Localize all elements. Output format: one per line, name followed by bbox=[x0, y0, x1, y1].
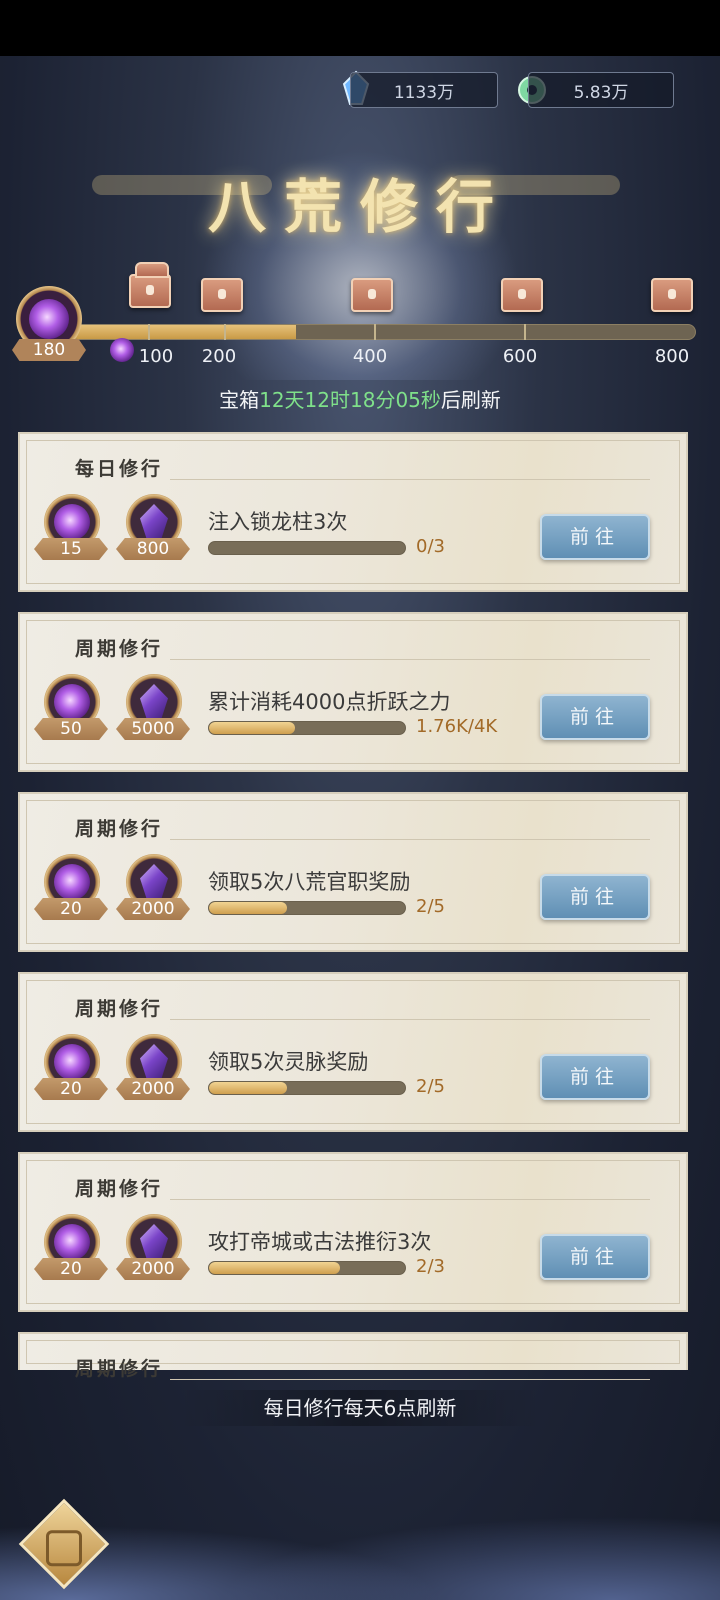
reward-orb-amount: 50 bbox=[34, 718, 108, 740]
task-progress-bar bbox=[208, 1081, 406, 1095]
task-category: 周期修行 bbox=[75, 638, 164, 660]
page-title: 八荒修行 bbox=[207, 173, 512, 241]
go-button[interactable]: 前往 bbox=[540, 1054, 650, 1100]
currency-crystal-value: 1133万 bbox=[393, 82, 455, 103]
reward-orb-amount: 20 bbox=[34, 1078, 108, 1100]
chest-icon[interactable] bbox=[651, 278, 693, 312]
chest-icon[interactable] bbox=[351, 278, 393, 312]
milestone-label: 100 bbox=[138, 346, 174, 367]
task-progress-fill bbox=[209, 1262, 340, 1274]
milestone-label: 800 bbox=[654, 346, 690, 367]
card-divider bbox=[170, 659, 650, 660]
current-points-value: 180 bbox=[12, 339, 86, 361]
task-category: 每日修行 bbox=[75, 458, 164, 480]
chest-icon[interactable] bbox=[501, 278, 543, 312]
reward-crystal-amount: 2000 bbox=[116, 898, 190, 920]
opened-chest-icon[interactable] bbox=[129, 262, 171, 308]
milestone-tick bbox=[374, 324, 376, 340]
refresh-prefix: 宝箱 bbox=[219, 388, 260, 412]
task-category: 周期修行 bbox=[75, 1178, 164, 1200]
task-progress-bar bbox=[208, 901, 406, 915]
go-button[interactable]: 前往 bbox=[540, 694, 650, 740]
milestone-label: 600 bbox=[502, 346, 538, 367]
reward-crystal-amount: 800 bbox=[116, 538, 190, 560]
purple-crystal-icon bbox=[140, 684, 168, 720]
card-divider bbox=[170, 1379, 650, 1380]
milestone-progress-fill bbox=[71, 325, 296, 339]
milestone-label: 200 bbox=[201, 346, 237, 367]
refresh-countdown: 12天12时18分05秒 bbox=[259, 388, 441, 412]
purple-orb-icon bbox=[54, 504, 90, 540]
purple-orb-icon bbox=[54, 1044, 90, 1080]
reward-orb-amount: 15 bbox=[34, 538, 108, 560]
task-progress-text: 2/5 bbox=[416, 896, 445, 917]
task-progress-fill bbox=[209, 1082, 288, 1094]
task-card: 每日修行 15 800 注入锁龙柱3次 0/3 前往 bbox=[18, 432, 688, 592]
milestone-progress-bar bbox=[70, 324, 696, 340]
task-progress-bar bbox=[208, 541, 406, 555]
task-progress-text: 2/5 bbox=[416, 1076, 445, 1097]
task-progress-bar bbox=[208, 721, 406, 735]
task-card: 周期修行 20 2000 领取5次灵脉奖励 2/5 前往 bbox=[18, 972, 688, 1132]
milestone-tick bbox=[148, 324, 150, 340]
purple-crystal-icon bbox=[140, 1224, 168, 1260]
purple-orb-icon bbox=[54, 1224, 90, 1260]
go-button[interactable]: 前往 bbox=[540, 874, 650, 920]
purple-crystal-icon bbox=[140, 864, 168, 900]
task-category: 周期修行 bbox=[75, 998, 164, 1020]
purple-crystal-icon bbox=[140, 504, 168, 540]
task-progress-text: 0/3 bbox=[416, 536, 445, 557]
milestone-label: 400 bbox=[352, 346, 388, 367]
chest-refresh-timer: 宝箱12天12时18分05秒后刷新 bbox=[0, 384, 720, 413]
purple-orb-small-icon bbox=[110, 338, 134, 362]
chest-icon[interactable] bbox=[201, 278, 243, 312]
card-divider bbox=[170, 1199, 650, 1200]
currency-jade-display[interactable]: 5.83万 bbox=[528, 72, 674, 108]
task-card: 周期修行 50 5000 累计消耗4000点折跃之力 1.76K/4K 前往 bbox=[18, 612, 688, 772]
task-category: 周期修行 bbox=[75, 818, 164, 840]
task-description: 攻打帝城或古法推衍3次 bbox=[208, 1230, 432, 1254]
milestone-tick bbox=[224, 324, 226, 340]
reward-crystal-amount: 2000 bbox=[116, 1078, 190, 1100]
task-progress-text: 2/3 bbox=[416, 1256, 445, 1277]
footer-note: 每日修行每天6点刷新 bbox=[180, 1390, 540, 1426]
reward-orb-amount: 20 bbox=[34, 898, 108, 920]
card-divider bbox=[170, 839, 650, 840]
card-divider bbox=[170, 479, 650, 480]
reward-orb-amount: 20 bbox=[34, 1258, 108, 1280]
task-category: 周期修行 bbox=[75, 1358, 164, 1380]
reward-crystal-amount: 5000 bbox=[116, 718, 190, 740]
task-card: 周期修行 20 2000 领取5次八荒官职奖励 2/5 前往 bbox=[18, 792, 688, 952]
purple-orb-icon bbox=[54, 864, 90, 900]
reward-crystal-amount: 2000 bbox=[116, 1258, 190, 1280]
task-description: 注入锁龙柱3次 bbox=[208, 510, 348, 534]
task-progress-fill bbox=[209, 722, 296, 734]
task-progress-text: 1.76K/4K bbox=[416, 716, 498, 737]
card-divider bbox=[170, 1019, 650, 1020]
purple-orb-icon bbox=[29, 299, 69, 339]
purple-orb-icon bbox=[54, 684, 90, 720]
go-button[interactable]: 前往 bbox=[540, 514, 650, 560]
milestone-tick bbox=[524, 324, 526, 340]
task-progress-fill bbox=[209, 902, 288, 914]
task-description: 累计消耗4000点折跃之力 bbox=[208, 690, 451, 714]
task-description: 领取5次灵脉奖励 bbox=[208, 1050, 369, 1074]
task-progress-bar bbox=[208, 1261, 406, 1275]
task-card: 周期修行 bbox=[18, 1332, 688, 1380]
refresh-suffix: 后刷新 bbox=[440, 388, 501, 412]
bottom-clouds bbox=[0, 1470, 720, 1600]
task-description: 领取5次八荒官职奖励 bbox=[208, 870, 411, 894]
status-bar bbox=[0, 0, 720, 56]
currency-crystal-display[interactable]: 1133万 bbox=[350, 72, 498, 108]
currency-jade-value: 5.83万 bbox=[573, 82, 629, 103]
purple-crystal-icon bbox=[140, 1044, 168, 1080]
go-button[interactable]: 前往 bbox=[540, 1234, 650, 1280]
task-card: 周期修行 20 2000 攻打帝城或古法推衍3次 2/3 前往 bbox=[18, 1152, 688, 1312]
